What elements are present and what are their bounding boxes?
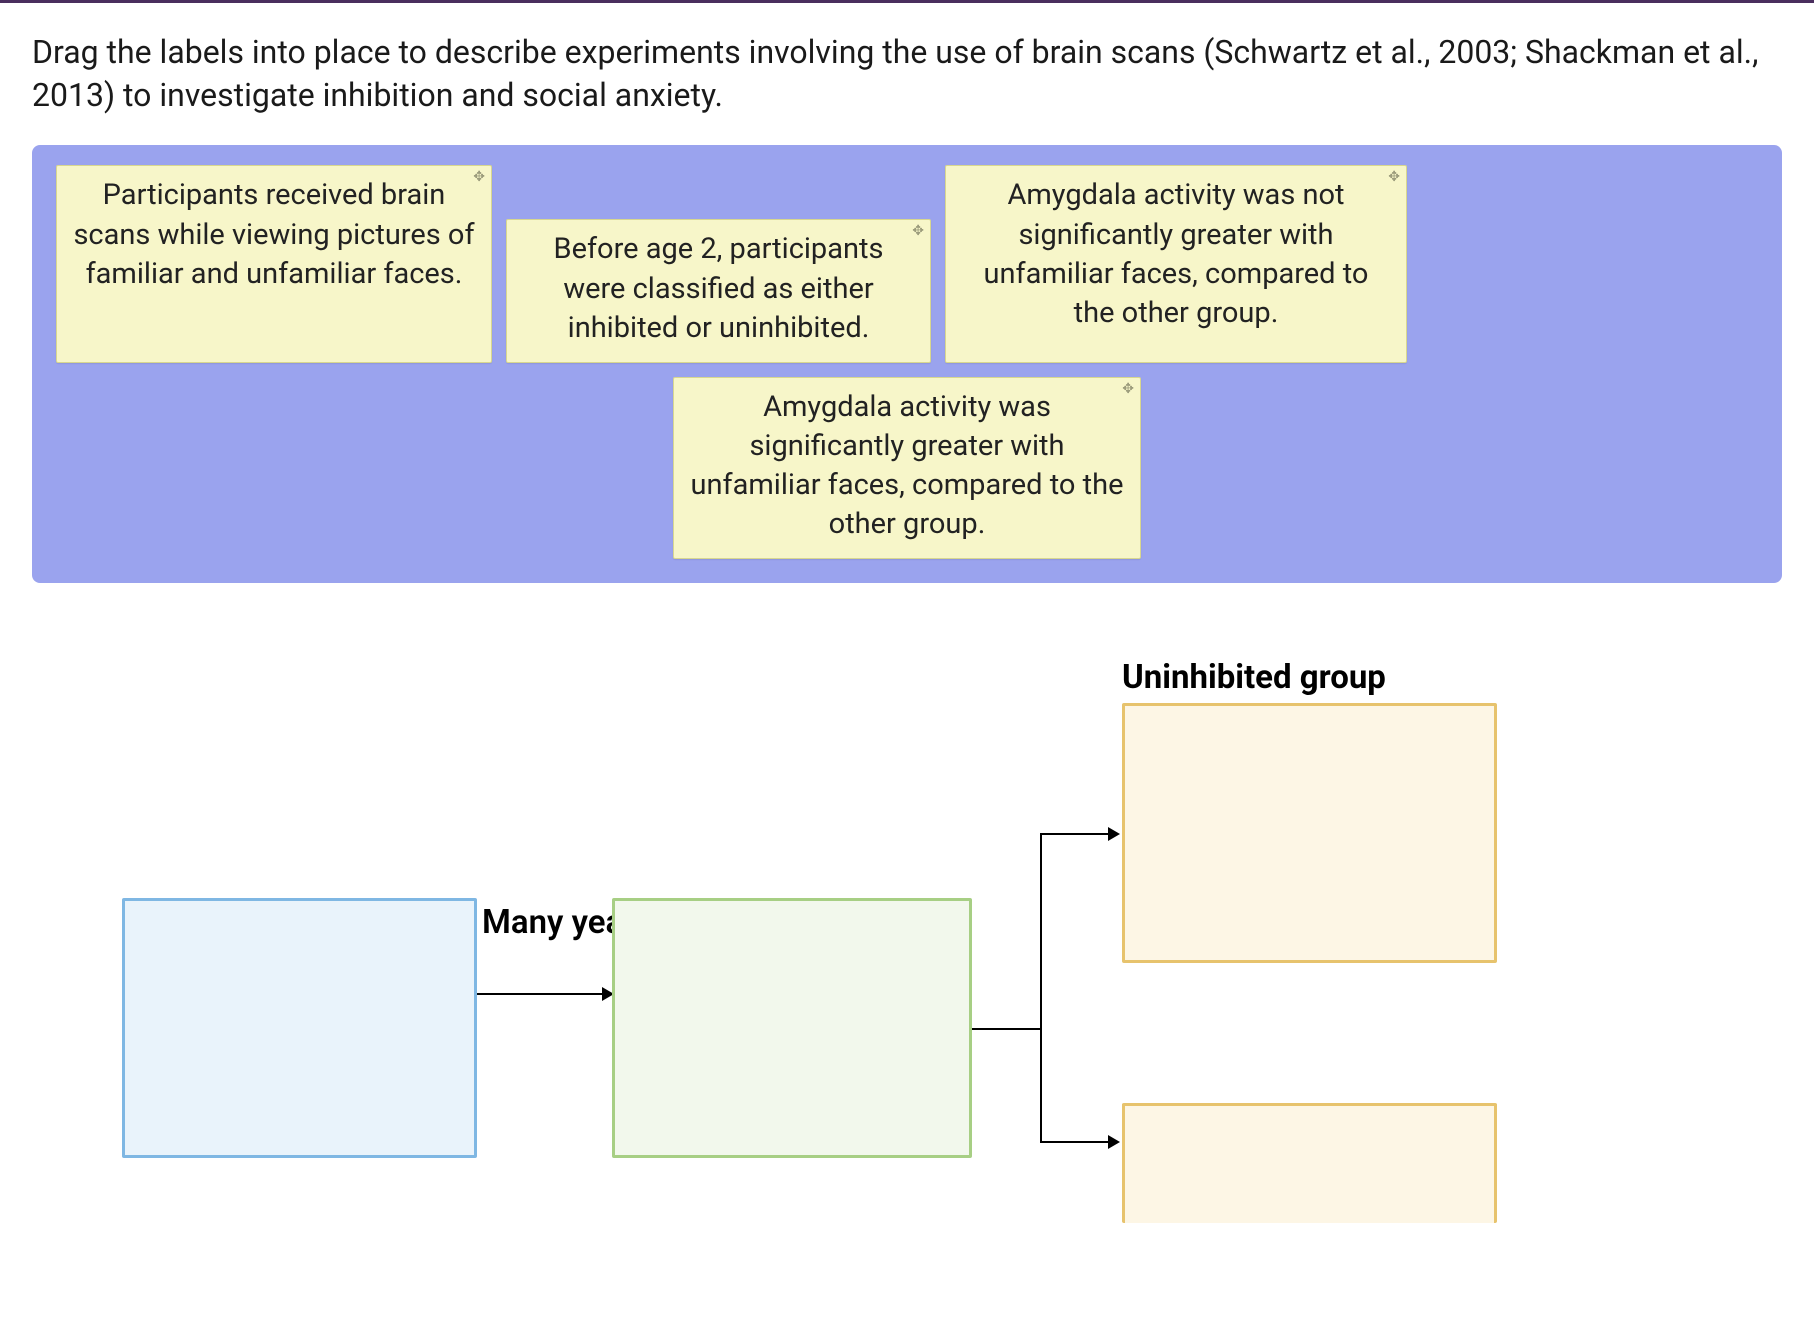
dropzone-inhibited-result[interactable] <box>1122 1103 1497 1223</box>
drag-label-text: Participants received brain scans while … <box>73 178 474 290</box>
connector-vertical-split <box>1040 833 1042 1143</box>
drag-label-brain-scans[interactable]: ✥ Participants received brain scans whil… <box>56 165 492 362</box>
drag-label-amygdala-not-greater[interactable]: ✥ Amygdala activity was not significantl… <box>945 165 1407 362</box>
drag-label-text: Amygdala activity was not significantly … <box>984 178 1369 329</box>
arrow-to-inhibited <box>1040 1141 1118 1143</box>
question-page: Drag the labels into place to describe e… <box>0 3 1814 1261</box>
dropzone-stage-1[interactable] <box>122 898 477 1158</box>
label-bank: ✥ Participants received brain scans whil… <box>32 145 1782 583</box>
move-icon: ✥ <box>473 170 485 184</box>
connector-out-of-stage2 <box>972 1028 1042 1030</box>
flow-diagram: Uninhibited group Many years <box>32 673 1782 1233</box>
move-icon: ✥ <box>1122 382 1134 396</box>
drag-label-amygdala-greater[interactable]: ✥ Amygdala activity was significantly gr… <box>673 377 1141 560</box>
uninhibited-group-label: Uninhibited group <box>1122 658 1386 697</box>
dropzone-uninhibited-result[interactable] <box>1122 703 1497 963</box>
drag-label-text: Amygdala activity was significantly grea… <box>691 390 1124 541</box>
move-icon: ✥ <box>1388 170 1400 184</box>
dropzone-stage-2[interactable] <box>612 898 972 1158</box>
drag-label-text: Before age 2, participants were classifi… <box>554 232 884 344</box>
label-bank-row-2: ✥ Amygdala activity was significantly gr… <box>56 377 1758 560</box>
move-icon: ✥ <box>912 224 924 238</box>
label-bank-row-1: ✥ Participants received brain scans whil… <box>56 165 1758 362</box>
drag-label-classified-before-2[interactable]: ✥ Before age 2, participants were classi… <box>506 219 931 362</box>
question-prompt: Drag the labels into place to describe e… <box>32 31 1772 117</box>
arrow-to-uninhibited <box>1040 833 1118 835</box>
arrow-stage1-to-stage2 <box>477 993 612 995</box>
